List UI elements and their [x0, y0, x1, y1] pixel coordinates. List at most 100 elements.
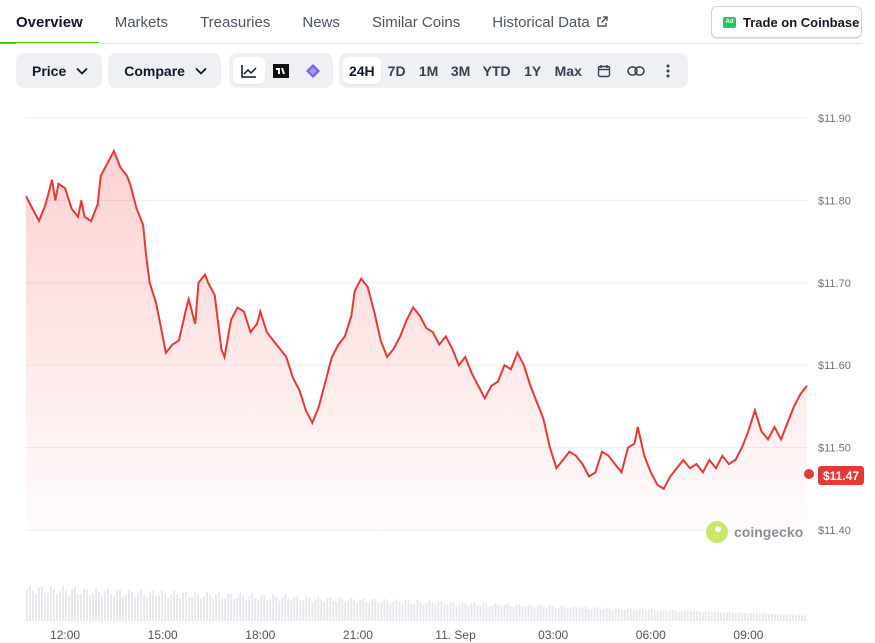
volume-bar — [771, 613, 773, 621]
trade-on-coinbase-button[interactable]: Ad Trade on Coinbase — [711, 6, 862, 38]
range-7d-button[interactable]: 7D — [381, 57, 413, 84]
volume-bar — [128, 589, 130, 621]
tab-treasuries[interactable]: Treasuries — [200, 0, 270, 44]
volume-bar — [134, 596, 136, 621]
volume-bar — [587, 608, 590, 621]
y-tick-label: $11.60 — [818, 360, 851, 372]
volume-bar — [614, 608, 617, 621]
range-ytd-button[interactable]: YTD — [477, 57, 517, 84]
volume-bar — [563, 606, 566, 621]
calendar-button[interactable] — [588, 57, 620, 84]
volume-bar — [743, 613, 746, 621]
volume-bar — [230, 594, 233, 621]
volume-bar — [401, 603, 404, 621]
volume-bar — [605, 607, 608, 621]
volume-bar — [722, 612, 725, 621]
volume-bar — [557, 607, 560, 621]
volume-bar — [566, 608, 569, 621]
tab-overview[interactable]: Overview — [0, 0, 99, 44]
volume-bar — [203, 596, 205, 621]
volume-bar — [530, 605, 533, 621]
volume-bar — [428, 600, 431, 621]
volume-bar — [386, 600, 389, 621]
volume-bar — [410, 603, 413, 621]
embed-link-button[interactable] — [620, 57, 652, 84]
volume-bar — [29, 585, 31, 621]
volume-bar — [197, 593, 199, 621]
x-tick-label: 21:00 — [343, 628, 373, 642]
volume-bar — [731, 612, 734, 621]
volume-bar — [221, 597, 224, 621]
volume-bar — [719, 612, 722, 621]
volume-bar — [335, 601, 338, 621]
volume-bar — [311, 601, 314, 621]
volume-bar — [701, 612, 704, 621]
volume-bar — [470, 603, 473, 621]
volume-bar — [596, 607, 599, 621]
volume-bar — [83, 588, 85, 621]
price-dropdown[interactable]: Price — [16, 53, 103, 88]
compare-dropdown[interactable]: Compare — [108, 53, 221, 88]
volume-bar — [698, 611, 701, 621]
volume-bar — [602, 608, 605, 621]
volume-bar — [362, 598, 365, 621]
volume-bar — [278, 600, 281, 621]
volume-bar — [374, 599, 377, 621]
tab-similar-coins[interactable]: Similar Coins — [372, 0, 460, 44]
tab-markets[interactable]: Markets — [115, 0, 168, 44]
more-options-button[interactable] — [652, 57, 684, 84]
range-3m-button[interactable]: 3M — [445, 57, 477, 84]
compare-coin-button[interactable] — [297, 57, 329, 84]
volume-bar — [416, 600, 419, 621]
volume-bar — [308, 597, 311, 621]
volume-bar — [68, 595, 70, 621]
range-1m-button[interactable]: 1M — [413, 57, 445, 84]
volume-bar — [686, 611, 689, 621]
volume-bar — [542, 606, 545, 621]
volume-bar — [548, 605, 551, 621]
volume-bar — [74, 587, 76, 621]
volume-bar — [260, 595, 263, 621]
volume-bar — [572, 606, 575, 621]
volume-bar — [674, 610, 677, 621]
volume-bar — [590, 608, 593, 621]
tradingview-button[interactable] — [265, 57, 297, 84]
volume-bar — [272, 594, 275, 621]
volume-bar — [662, 609, 665, 621]
range-max-button[interactable]: Max — [549, 57, 588, 84]
tab-historical-data[interactable]: Historical Data — [492, 0, 608, 44]
range-24h-button[interactable]: 24H — [342, 57, 381, 84]
range-1y-button[interactable]: 1Y — [517, 57, 549, 84]
volume-bar — [146, 596, 148, 621]
volume-bar — [584, 606, 587, 621]
volume-bar — [710, 612, 713, 621]
volume-bar — [65, 591, 67, 621]
volume-bar — [488, 606, 491, 621]
volume-bar — [62, 586, 64, 621]
ad-badge: Ad — [723, 16, 736, 28]
current-price-tag: $11.47 — [818, 466, 864, 485]
volume-bar — [500, 606, 503, 621]
volume-bar — [671, 609, 674, 621]
volume-bar — [107, 588, 109, 621]
volume-bar — [641, 609, 644, 621]
volume-bar — [509, 605, 512, 621]
line-chart-button[interactable] — [232, 57, 265, 84]
volume-bar — [356, 602, 359, 621]
volume-bar — [248, 596, 251, 621]
tab-bar: Overview Markets Treasuries News Similar… — [0, 0, 640, 44]
volume-bar — [233, 599, 236, 621]
gecko-icon — [706, 521, 728, 543]
volume-bar — [650, 609, 653, 621]
volume-bar — [383, 598, 386, 621]
volume-bar — [47, 592, 49, 621]
price-chart[interactable]: $11.90 $11.80 $11.70 $11.60 $11.50 $11.40 12:… — [0, 100, 875, 643]
diamond-icon — [305, 63, 320, 78]
volume-bar — [764, 613, 767, 621]
volume-bar — [353, 600, 356, 621]
volume-bar — [786, 614, 788, 621]
x-tick-label: 03:00 — [538, 628, 568, 642]
volume-bar — [266, 599, 269, 621]
tab-news[interactable]: News — [302, 0, 340, 44]
chart-type-group — [228, 53, 333, 88]
